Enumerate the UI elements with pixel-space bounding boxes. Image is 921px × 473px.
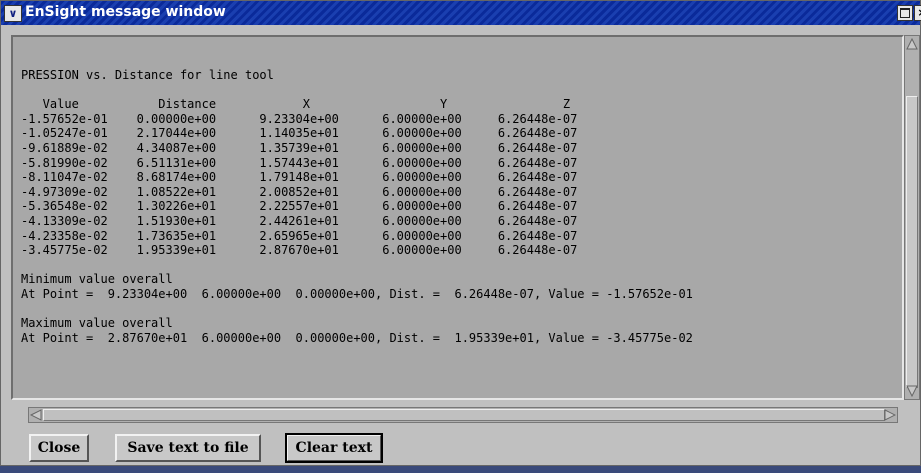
horizontal-scroll-thumb[interactable]: [43, 409, 885, 421]
horizontal-scrollbar[interactable]: [28, 407, 898, 423]
desktop-background: [0, 466, 921, 473]
data-row: -1.05247e-01 2.17044e+00 1.14035e+01 6.0…: [21, 126, 578, 141]
data-row: -5.36548e-02 1.30226e+01 2.22557e+01 6.0…: [21, 199, 578, 214]
chevron-down-icon[interactable]: ∨: [4, 5, 22, 22]
clear-text-button[interactable]: Clear text: [285, 433, 383, 463]
column-header-row: Value Distance X Y Z: [21, 97, 571, 112]
message-heading: PRESSION vs. Distance for line tool: [21, 68, 274, 82]
min-label: Minimum value overall: [21, 272, 173, 287]
scroll-right-arrow-icon[interactable]: [884, 409, 896, 421]
max-label: Maximum value overall: [21, 316, 173, 331]
data-row: -4.97309e-02 1.08522e+01 2.00852e+01 6.0…: [21, 184, 578, 199]
data-row: -8.11047e-02 8.68174e+00 1.79148e+01 6.0…: [21, 170, 578, 185]
data-row: -4.23358e-02 1.73635e+01 2.65965e+01 6.0…: [21, 228, 578, 243]
close-button[interactable]: Close: [29, 434, 89, 462]
max-line: At Point = 2.87670e+01 6.00000e+00 0.000…: [21, 330, 693, 345]
message-text-area[interactable]: PRESSION vs. Distance for line tool Valu…: [11, 35, 904, 400]
data-row: -1.57652e-01 0.00000e+00 9.23304e+00 6.0…: [21, 111, 578, 126]
data-row: -5.81990e-02 6.51131e+00 1.57443e+01 6.0…: [21, 155, 578, 170]
close-icon[interactable]: ×: [914, 5, 921, 21]
maximize-icon[interactable]: [897, 5, 913, 21]
scroll-down-arrow-icon[interactable]: [906, 384, 918, 398]
title-bar[interactable]: ∨ EnSight message window ×: [1, 1, 921, 25]
message-window: ∨ EnSight message window × PRESSION vs. …: [0, 0, 921, 466]
min-line: At Point = 9.23304e+00 6.00000e+00 0.000…: [21, 286, 693, 301]
data-row: -3.45775e-02 1.95339e+01 2.87670e+01 6.0…: [21, 243, 578, 258]
vertical-scroll-thumb[interactable]: [906, 96, 918, 388]
data-row: -4.13309e-02 1.51930e+01 2.44261e+01 6.0…: [21, 213, 578, 228]
save-text-to-file-button[interactable]: Save text to file: [115, 434, 261, 462]
scroll-left-arrow-icon[interactable]: [30, 409, 42, 421]
message-text: PRESSION vs. Distance for line tool Valu…: [21, 68, 693, 345]
data-row: -9.61889e-02 4.34087e+00 1.35739e+01 6.0…: [21, 140, 578, 155]
vertical-scrollbar[interactable]: [904, 35, 920, 400]
scroll-up-arrow-icon[interactable]: [906, 37, 918, 51]
window-title: EnSight message window: [25, 4, 226, 20]
